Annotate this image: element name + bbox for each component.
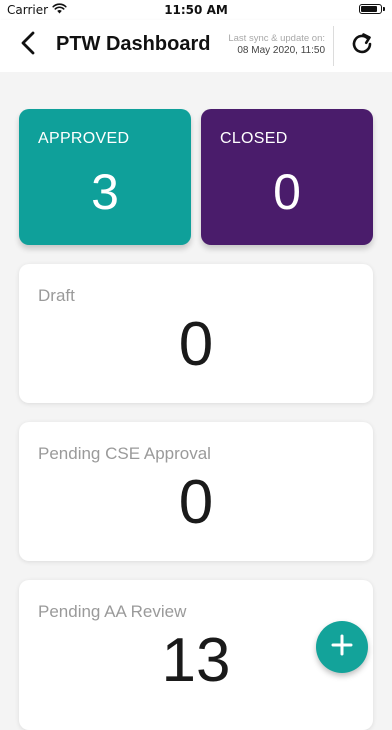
status-time: 11:50 AM [164,3,228,17]
closed-card[interactable]: CLOSED 0 [201,109,373,245]
pending-aa-label: Pending AA Review [38,602,187,621]
pending-cse-card[interactable]: Pending CSE Approval 0 [19,422,373,561]
approved-label: APPROVED [38,130,130,147]
sync-info: Last sync & update on: 08 May 2020, 11:5… [228,33,325,57]
app-header: PTW Dashboard Last sync & update on: 08 … [0,20,392,72]
approved-count: 3 [91,164,119,220]
plus-icon [331,634,353,661]
add-permit-button[interactable] [316,621,368,673]
dashboard-content: APPROVED 3 CLOSED 0 Draft 0 Pending CSE … [0,72,392,730]
sync-label: Last sync & update on: [228,33,325,44]
chevron-left-icon [20,31,36,60]
status-bar: Carrier 11:50 AM [0,0,392,20]
approved-card[interactable]: APPROVED 3 [19,109,191,245]
refresh-icon [349,31,375,62]
pending-cse-label: Pending CSE Approval [38,444,211,463]
draft-card[interactable]: Draft 0 [19,264,373,403]
pending-cse-count: 0 [178,468,214,537]
header-divider [333,26,334,66]
refresh-button[interactable] [348,31,376,61]
back-button[interactable] [14,30,42,60]
draft-count: 0 [178,310,214,379]
closed-count: 0 [273,164,301,220]
closed-label: CLOSED [220,130,288,147]
battery-icon [359,4,385,14]
sync-time: 08 May 2020, 11:50 [237,45,325,56]
draft-label: Draft [38,286,75,305]
page-title: PTW Dashboard [56,33,211,55]
